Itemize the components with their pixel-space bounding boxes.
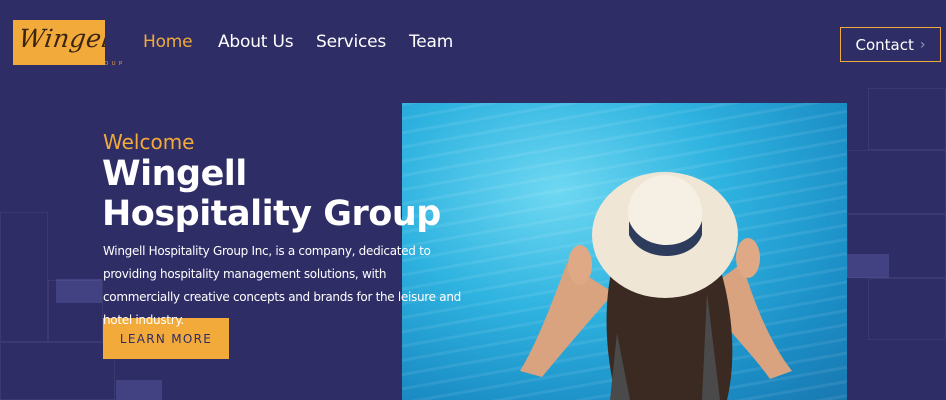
bg-grid-square — [847, 150, 946, 214]
woman-in-pool-photo — [520, 172, 792, 400]
hero-eyebrow: Welcome — [103, 130, 195, 154]
nav-services[interactable]: Services — [316, 32, 386, 52]
logo-script-text: Wingell — [16, 24, 105, 53]
chevron-right-icon: › — [919, 36, 926, 53]
bg-highlight-square — [847, 254, 889, 278]
nav-home[interactable]: Home — [143, 32, 193, 52]
bg-grid-square — [0, 212, 48, 342]
contact-button[interactable]: Contact › — [840, 27, 941, 62]
hero-image — [402, 103, 847, 400]
bg-highlight-square — [116, 380, 162, 400]
logo-subtitle: HOSPITALITY GROUP — [13, 61, 126, 67]
nav-about-us[interactable]: About Us — [218, 32, 294, 52]
bg-grid-square — [868, 278, 946, 340]
bg-grid-square — [0, 342, 115, 400]
brand-logo[interactable]: Wingell — [13, 20, 105, 65]
hero-description: Wingell Hospitality Group Inc, is a comp… — [103, 244, 461, 327]
nav-team[interactable]: Team — [409, 32, 453, 52]
bg-highlight-square — [56, 279, 102, 303]
hero-title-line2: Hospitality Group — [102, 194, 441, 234]
hero-title-line1: Wingell — [102, 154, 247, 194]
bg-grid-square — [868, 88, 946, 150]
contact-label: Contact — [855, 35, 914, 54]
